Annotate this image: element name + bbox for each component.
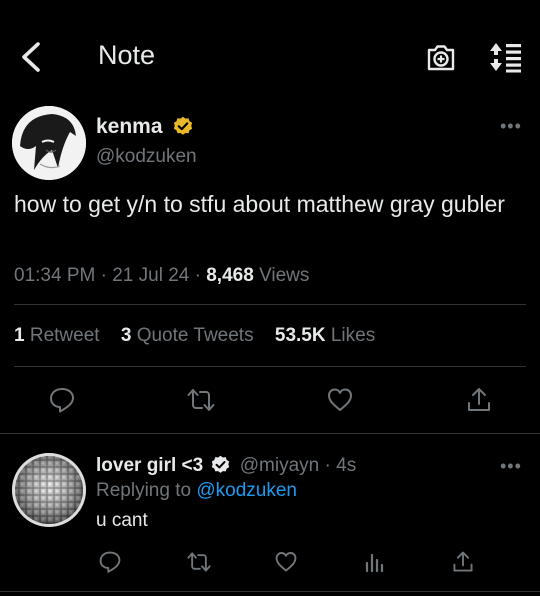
tweet-meta: 01:34 PM · 21 Jul 24 · 8,468 Views [14, 265, 310, 286]
reply-more-options-icon[interactable]: ••• [500, 456, 522, 477]
tweet-author-name[interactable]: kenma [96, 115, 193, 139]
tweet-time: 01:34 PM [14, 265, 96, 286]
reply-icon[interactable] [98, 550, 122, 574]
divider [14, 366, 526, 367]
reply-timestamp: 4s [336, 455, 357, 476]
share-icon[interactable] [451, 550, 475, 574]
reply-icon[interactable] [48, 386, 76, 414]
retweet-icon[interactable] [186, 386, 216, 414]
verified-badge-icon [212, 455, 230, 473]
tweet-stats: 1 Retweet 3 Quote Tweets 53.5K Likes [14, 325, 375, 347]
reply-author-name: lover girl <3 [96, 455, 204, 476]
reply-author-handle: @miyayn [239, 455, 320, 476]
likes-stat[interactable]: 53.5K Likes [275, 325, 375, 346]
reply-avatar[interactable] [12, 453, 86, 527]
like-heart-icon[interactable] [274, 550, 298, 574]
views-label: Views [259, 265, 310, 286]
replying-to-handle-link[interactable]: @kodzuken [196, 480, 297, 501]
page-title: Note [98, 40, 156, 70]
analytics-icon[interactable] [364, 550, 386, 574]
replying-to-line: Replying to @kodzuken [96, 480, 297, 501]
divider [0, 591, 540, 592]
quote-tweets-stat[interactable]: 3 Quote Tweets [121, 325, 254, 346]
retweets-stat[interactable]: 1 Retweet [14, 325, 100, 346]
verified-badge-icon [174, 116, 193, 135]
avatar[interactable] [12, 106, 86, 180]
tweet-author-handle[interactable]: @kodzuken [96, 146, 197, 168]
more-options-icon[interactable]: ••• [500, 116, 522, 137]
share-icon[interactable] [465, 386, 493, 414]
tweet-text: how to get y/n to stfu about matthew gra… [14, 191, 505, 217]
reply-text: u cant [96, 510, 148, 531]
reply-author-line[interactable]: lover girl <3 @miyayn · 4s [96, 455, 356, 477]
camera-plus-icon[interactable] [425, 41, 457, 73]
tweet-date: 21 Jul 24 [112, 265, 190, 286]
divider [0, 433, 540, 434]
retweet-icon[interactable] [186, 550, 212, 574]
divider [14, 304, 526, 305]
like-heart-icon[interactable] [326, 386, 354, 414]
sort-icon[interactable] [489, 41, 523, 73]
back-arrow-icon[interactable] [16, 40, 48, 74]
views-count: 8,468 [206, 265, 254, 286]
